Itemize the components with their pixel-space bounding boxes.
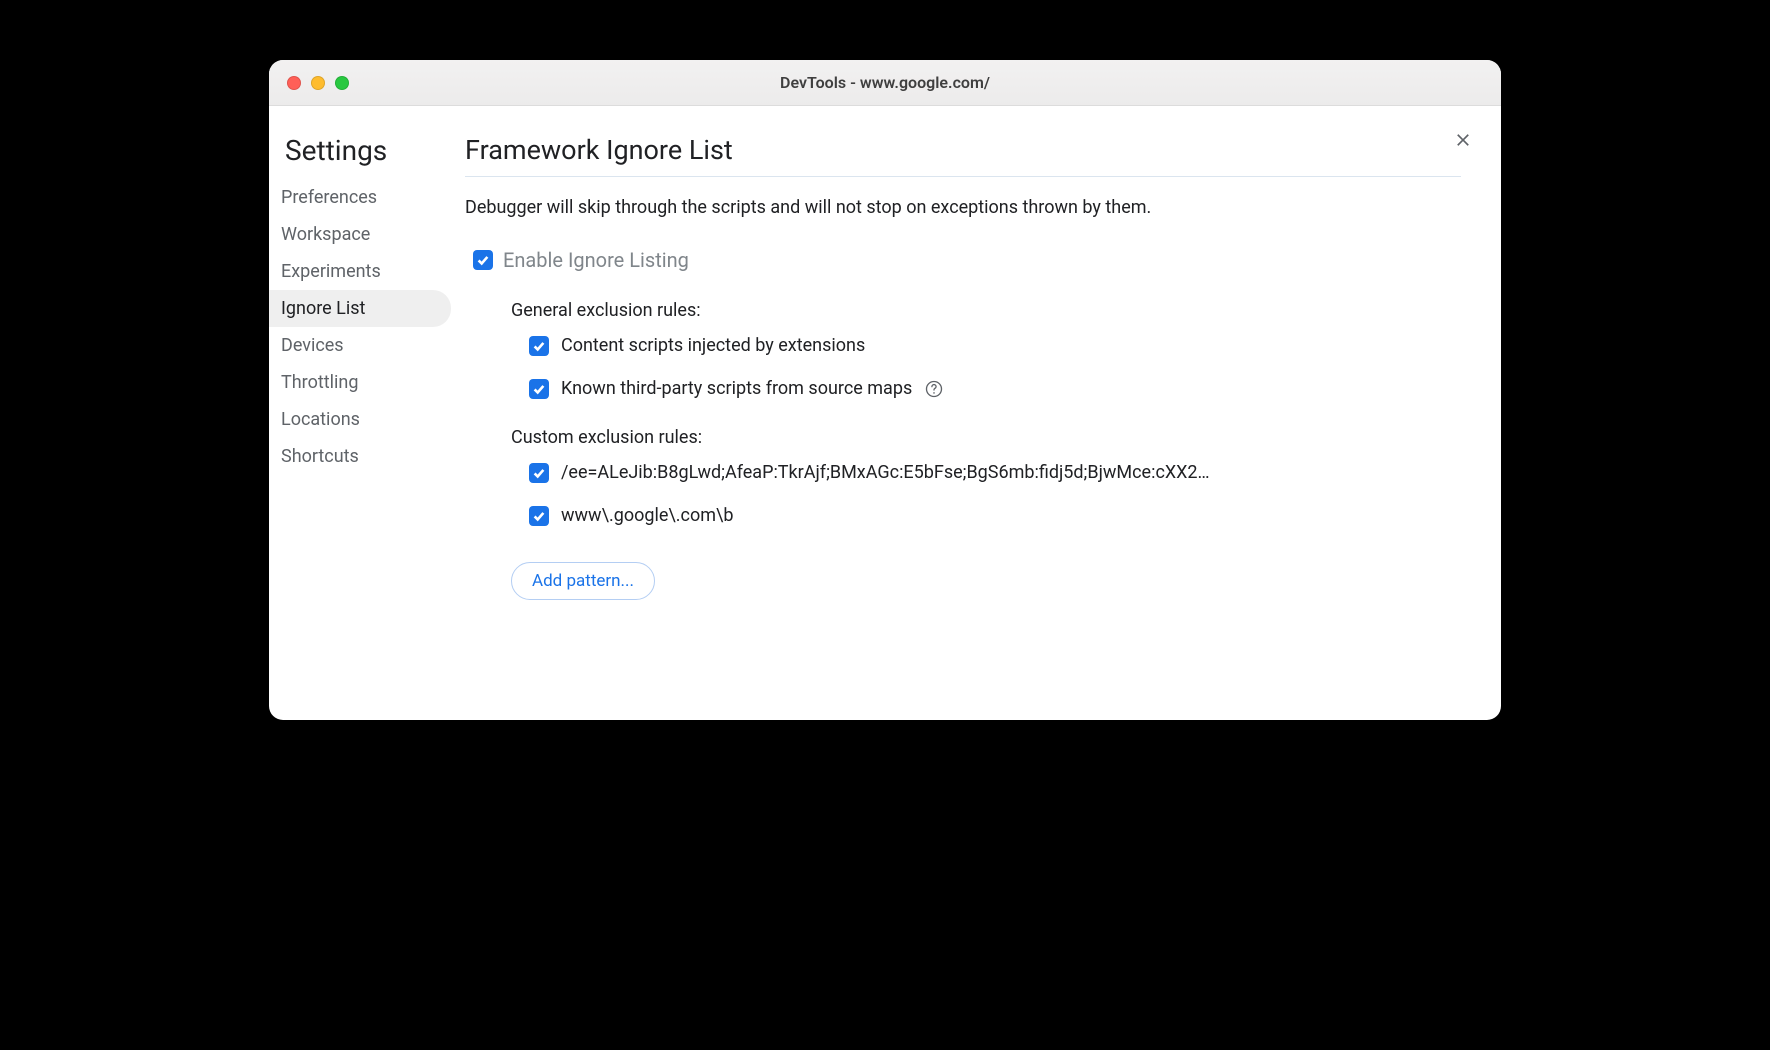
settings-content: Settings PreferencesWorkspaceExperiments…	[269, 106, 1501, 720]
custom-rule-checkbox-0[interactable]	[529, 463, 549, 483]
window-minimize-button[interactable]	[311, 76, 325, 90]
page-description: Debugger will skip through the scripts a…	[465, 197, 1461, 218]
close-settings-button[interactable]	[1449, 126, 1477, 154]
close-icon	[1453, 130, 1473, 150]
sidebar-title: Settings	[269, 134, 457, 179]
settings-sidebar: Settings PreferencesWorkspaceExperiments…	[269, 106, 457, 720]
custom-rule-label: /ee=ALeJib:B8gLwd;AfeaP:TkrAjf;BMxAGc:E5…	[561, 462, 1210, 483]
sidebar-item-throttling[interactable]: Throttling	[269, 364, 451, 401]
enable-ignore-listing-checkbox[interactable]	[473, 250, 493, 270]
check-icon	[532, 339, 546, 353]
custom-exclusion-section: Custom exclusion rules: /ee=ALeJib:B8gLw…	[511, 427, 1461, 600]
sidebar-item-shortcuts[interactable]: Shortcuts	[269, 438, 451, 475]
custom-section-title: Custom exclusion rules:	[511, 427, 1461, 448]
custom-rule-row: /ee=ALeJib:B8gLwd;AfeaP:TkrAjf;BMxAGc:E5…	[529, 462, 1461, 483]
window-title: DevTools - www.google.com/	[269, 73, 1501, 92]
sidebar-item-preferences[interactable]: Preferences	[269, 179, 451, 216]
settings-main-panel: Framework Ignore List Debugger will skip…	[457, 106, 1501, 720]
sidebar-item-ignore-list[interactable]: Ignore List	[269, 290, 451, 327]
sidebar-item-workspace[interactable]: Workspace	[269, 216, 451, 253]
check-icon	[476, 253, 490, 267]
general-section-title: General exclusion rules:	[511, 300, 1461, 321]
general-rule-checkbox-1[interactable]	[529, 379, 549, 399]
window-titlebar: DevTools - www.google.com/	[269, 60, 1501, 106]
check-icon	[532, 509, 546, 523]
general-rule-label: Known third-party scripts from source ma…	[561, 378, 912, 399]
general-rule-row: Known third-party scripts from source ma…	[529, 378, 1461, 399]
window-close-button[interactable]	[287, 76, 301, 90]
general-rule-checkbox-0[interactable]	[529, 336, 549, 356]
page-title: Framework Ignore List	[465, 134, 1461, 177]
general-rule-row: Content scripts injected by extensions	[529, 335, 1461, 356]
help-icon[interactable]	[924, 379, 944, 399]
custom-rule-label: www\.google\.com\b	[561, 505, 734, 526]
devtools-settings-window: DevTools - www.google.com/ Settings Pref…	[269, 60, 1501, 720]
sidebar-item-devices[interactable]: Devices	[269, 327, 451, 364]
sidebar-item-experiments[interactable]: Experiments	[269, 253, 451, 290]
custom-rule-row: www\.google\.com\b	[529, 505, 1461, 526]
enable-ignore-listing-label: Enable Ignore Listing	[503, 248, 689, 272]
sidebar-item-locations[interactable]: Locations	[269, 401, 451, 438]
enable-ignore-listing-row: Enable Ignore Listing	[473, 248, 1461, 272]
check-icon	[532, 382, 546, 396]
traffic-lights	[287, 76, 349, 90]
add-pattern-button[interactable]: Add pattern...	[511, 562, 655, 600]
general-exclusion-section: General exclusion rules: Content scripts…	[511, 300, 1461, 399]
general-rule-label: Content scripts injected by extensions	[561, 335, 865, 356]
custom-rule-checkbox-1[interactable]	[529, 506, 549, 526]
check-icon	[532, 466, 546, 480]
window-zoom-button[interactable]	[335, 76, 349, 90]
